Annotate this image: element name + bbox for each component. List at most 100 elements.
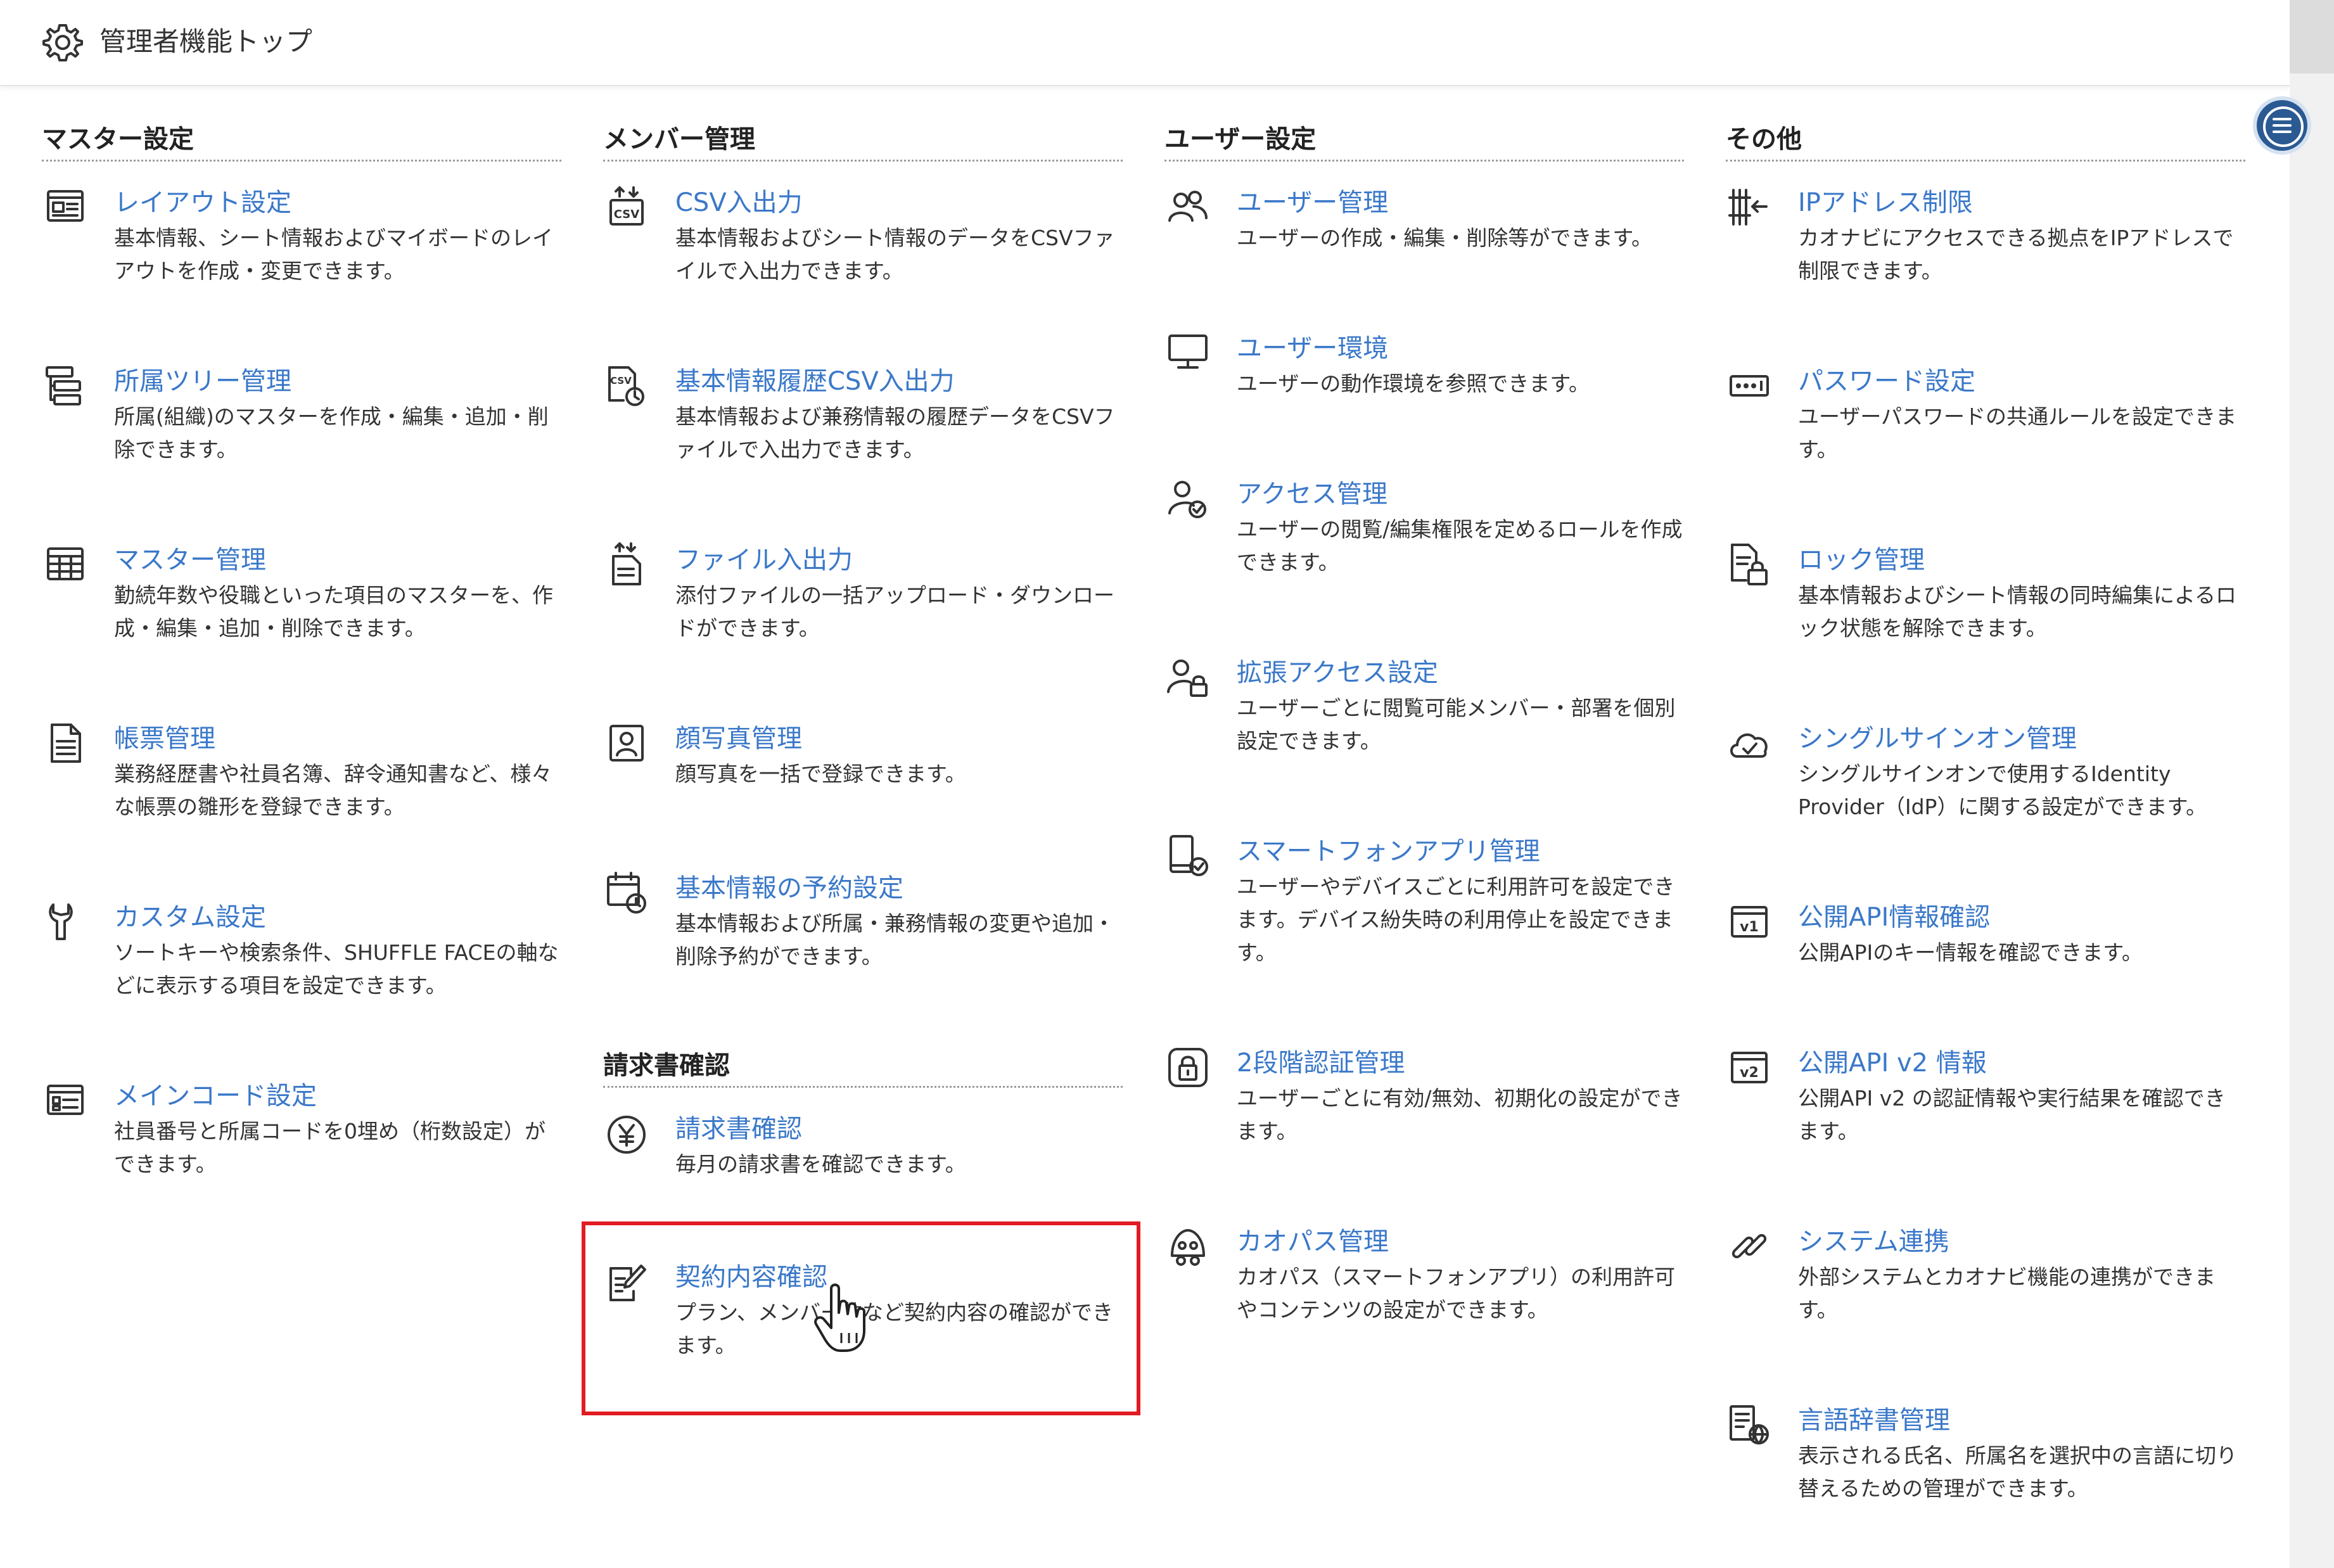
table-icon: [47, 547, 84, 580]
calendar-clock-icon: [607, 872, 646, 914]
item-description: 業務経歴書や社員名簿、辞令通知書など、様々な帳票の雛形を登録できます。: [114, 762, 552, 819]
cloud-check-icon: [1730, 733, 1768, 758]
link-system-integration[interactable]: システム連携: [1798, 1224, 1949, 1259]
item-description: 勤続年数や役職といった項目のマスターを、作成・編集・追加・削除できます。: [114, 583, 553, 641]
users-icon: [1168, 191, 1208, 222]
item-description: 基本情報および兼務情報の履歴データをCSVファイルで入出力できます。: [675, 404, 1115, 462]
item-description: 顔写真を一括で登録できます。: [675, 762, 966, 786]
item-description: シングルサインオンで使用するIdentity Provider（IdP）に関する…: [1798, 762, 2207, 819]
link-master-management[interactable]: マスター管理: [114, 542, 266, 578]
link-sso[interactable]: シングルサインオン管理: [1798, 721, 2077, 756]
user-lock-icon: [1167, 660, 1208, 697]
link-two-factor[interactable]: 2段階認証管理: [1237, 1045, 1405, 1081]
page-title: 管理者機能トップ: [99, 26, 313, 57]
user-check-icon: [1168, 481, 1206, 518]
link-extended-access[interactable]: 拡張アクセス設定: [1237, 655, 1438, 691]
section-title-member: メンバー管理: [603, 120, 1123, 162]
org-tree-icon: [46, 366, 81, 405]
section-title-user: ユーザー設定: [1164, 120, 1684, 162]
api-v1-icon: v1: [1731, 906, 1768, 938]
document-icon: [51, 723, 81, 763]
item-description: ユーザーの動作環境を参照できます。: [1237, 371, 1590, 396]
item-description: ユーザーパスワードの共通ルールを設定できます。: [1798, 404, 2237, 462]
link-layout-settings[interactable]: レイアウト設定: [114, 185, 291, 220]
item-description: 公開APIのキー情報を確認できます。: [1798, 940, 2143, 965]
link-csv-history[interactable]: 基本情報履歴CSV入出力: [675, 364, 955, 399]
two-factor-lock-icon: [1168, 1048, 1208, 1087]
link-csv-io[interactable]: CSV入出力: [675, 185, 803, 220]
item-description: 基本情報およびシート情報の同時編集によるロック状態を解除できます。: [1798, 583, 2237, 641]
link-icon: [1731, 1233, 1767, 1259]
file-io-icon: [612, 542, 641, 585]
svg-text:v1: v1: [1740, 919, 1759, 935]
menu-bar: [2273, 118, 2292, 120]
gear-icon: [42, 24, 83, 61]
kaopass-icon: [1171, 1229, 1205, 1266]
code-card-icon: [47, 1085, 84, 1115]
smartphone-check-icon: [1170, 835, 1208, 876]
password-icon: [1730, 375, 1769, 397]
wrench-icon: [49, 903, 73, 940]
link-portrait[interactable]: 顔写真管理: [675, 721, 802, 756]
link-lock-management[interactable]: ロック管理: [1798, 542, 1925, 578]
svg-text:CSV: CSV: [610, 375, 632, 386]
section-member: メンバー管理 CSV CSV入出力 基本情報およびシート情報のデータをCSVファ…: [603, 120, 1123, 1358]
link-forms[interactable]: 帳票管理: [114, 721, 215, 756]
ip-restrict-icon: [1728, 189, 1768, 226]
link-kaopass[interactable]: カオパス管理: [1237, 1224, 1389, 1259]
link-custom-settings[interactable]: カスタム設定: [114, 900, 266, 935]
csv-io-icon: CSV: [609, 186, 644, 226]
item-description: 基本情報および所属・兼務情報の変更や追加・削除予約ができます。: [675, 911, 1114, 969]
hand-pointer-icon: [814, 1284, 865, 1352]
link-user-environment[interactable]: ユーザー環境: [1237, 331, 1388, 366]
item-description: 毎月の請求書を確認できます。: [675, 1152, 966, 1176]
api-v2-icon: v2: [1731, 1052, 1768, 1083]
link-invoice[interactable]: 請求書確認: [675, 1111, 802, 1147]
item-description: 基本情報およびシート情報のデータをCSVファイルで入出力できます。: [675, 226, 1115, 283]
link-file-io[interactable]: ファイル入出力: [675, 542, 853, 578]
item-description: カオパス（スマートフォンアプリ）の利用許可やコンテンツの設定ができます。: [1237, 1265, 1676, 1322]
link-api-v1[interactable]: 公開API情報確認: [1798, 900, 1990, 935]
link-user-management[interactable]: ユーザー管理: [1237, 185, 1388, 220]
section-other: その他 IPアドレス制限 カオナビにアクセスできる拠点をIPアドレスで制限できま…: [1726, 120, 2245, 1501]
item-description: カオナビにアクセスできる拠点をIPアドレスで制限できます。: [1798, 226, 2234, 283]
monitor-icon: [1168, 335, 1208, 369]
item-description: 公開API v2 の認証情報や実行結果を確認できます。: [1798, 1086, 2226, 1144]
link-ip-restrict[interactable]: IPアドレス制限: [1798, 185, 1973, 220]
item-description: ユーザーごとに有効/無効、初期化の設定ができます。: [1237, 1086, 1683, 1144]
page-header: 管理者機能トップ: [0, 0, 2290, 86]
scrollbar-thumb[interactable]: [2290, 0, 2334, 73]
item-description: 基本情報、シート情報およびマイボードのレイアウトを作成・変更できます。: [114, 226, 553, 283]
link-smartphone-app[interactable]: スマートフォンアプリ管理: [1237, 834, 1540, 869]
section-user: ユーザー設定 ユーザー管理 ユーザーの作成・編集・削除等ができます。 ユーザー環…: [1164, 120, 1684, 1322]
section-title-master: マスター設定: [42, 120, 561, 162]
link-api-v2[interactable]: 公開API v2 情報: [1798, 1045, 1987, 1081]
csv-history-icon: CSV: [608, 366, 644, 406]
file-lock-icon: [1731, 544, 1768, 585]
item-description: ユーザーやデバイスごとに利用許可を設定できます。デバイス紛失時の利用停止を設定で…: [1237, 874, 1675, 965]
dictionary-globe-icon: [1730, 1405, 1769, 1444]
svg-text:v2: v2: [1740, 1065, 1759, 1081]
menu-bar: [2273, 131, 2292, 133]
menu-ring: [2263, 106, 2304, 147]
yen-icon: [608, 1116, 646, 1154]
item-description: 表示される氏名、所属名を選択中の言語に切り替えるための管理ができます。: [1798, 1443, 2237, 1501]
svg-text:CSV: CSV: [614, 208, 640, 221]
item-description: ユーザーの作成・編集・削除等ができます。: [1237, 226, 1653, 250]
section-title-invoice: 請求書確認: [603, 1047, 1123, 1088]
item-description: 添付ファイルの一括アップロード・ダウンロードができます。: [675, 583, 1114, 641]
item-description: ユーザーごとに閲覧可能メンバー・部署を個別設定できます。: [1237, 696, 1676, 753]
link-access-management[interactable]: アクセス管理: [1237, 476, 1387, 512]
portrait-icon: [609, 725, 644, 762]
section-master: マスター設定 レイアウト設定 基本情報、シート情報およびマイボードのレイアウトを…: [42, 120, 561, 1176]
layout-icon: [47, 190, 84, 222]
link-password[interactable]: パスワード設定: [1798, 364, 1975, 399]
scrollbar[interactable]: [2290, 0, 2334, 1568]
link-main-code[interactable]: メインコード設定: [114, 1078, 317, 1114]
item-description: ソートキーや検索条件、SHUFFLE FACEの軸などに表示する項目を設定できま…: [114, 940, 559, 998]
link-language-dictionary[interactable]: 言語辞書管理: [1798, 1403, 1950, 1438]
item-description: ユーザーの閲覧/編集権限を定めるロールを作成できます。: [1237, 517, 1683, 575]
link-reservation[interactable]: 基本情報の予約設定: [675, 870, 903, 906]
link-org-tree[interactable]: 所属ツリー管理: [114, 364, 291, 399]
menu-button[interactable]: [2257, 100, 2307, 151]
